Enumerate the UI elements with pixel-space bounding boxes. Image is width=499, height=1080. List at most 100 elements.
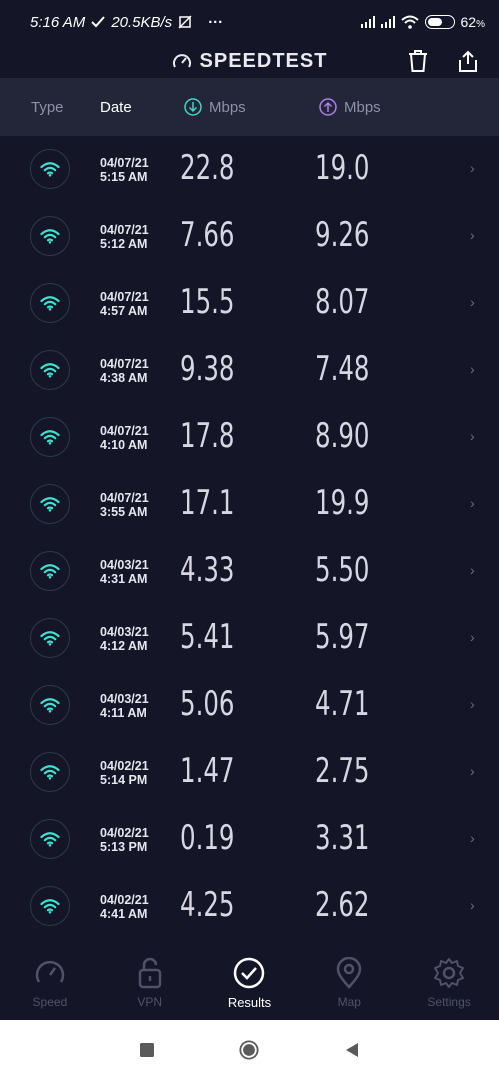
wifi-type-icon <box>30 484 70 524</box>
wifi-type-icon <box>30 618 70 658</box>
result-date-time: 4:12 AM <box>100 639 148 653</box>
square-icon <box>140 1043 154 1057</box>
chevron-right-icon: › <box>470 294 475 310</box>
result-row[interactable]: 04/07/21 4:10 AM 17.8 8.90 › <box>0 404 499 471</box>
check-circle-icon <box>233 957 265 989</box>
chevron-right-icon: › <box>470 562 475 578</box>
result-row[interactable]: 04/03/21 4:11 AM 5.06 4.71 › <box>0 672 499 739</box>
upload-value: 4.71 <box>315 684 370 724</box>
column-upload[interactable]: Mbps <box>319 98 381 116</box>
chevron-right-icon: › <box>470 361 475 377</box>
trash-icon <box>409 50 427 72</box>
result-date-day: 04/07/21 <box>100 156 149 170</box>
result-row[interactable]: 04/07/21 5:15 AM 22.8 19.0 › <box>0 136 499 203</box>
chevron-right-icon: › <box>470 428 475 444</box>
result-date: 04/03/21 4:31 AM <box>100 558 149 586</box>
result-row[interactable]: 04/02/21 5:14 PM 1.47 2.75 › <box>0 739 499 806</box>
check-icon <box>91 16 106 28</box>
column-upload-label: Mbps <box>344 98 381 116</box>
result-date-day: 04/07/21 <box>100 491 149 505</box>
speedtest-logo-icon <box>172 54 191 68</box>
upload-value: 5.50 <box>315 550 370 590</box>
wifi-type-icon <box>30 551 70 591</box>
result-row[interactable]: 04/03/21 4:12 AM 5.41 5.97 › <box>0 605 499 672</box>
lock-icon <box>137 957 163 989</box>
upload-value: 5.97 <box>315 617 370 657</box>
result-date-day: 04/02/21 <box>100 759 149 773</box>
back-triangle-icon <box>346 1043 358 1057</box>
download-value: 17.8 <box>180 416 235 456</box>
result-date-time: 4:10 AM <box>100 438 148 452</box>
result-date-day: 04/07/21 <box>100 290 149 304</box>
tab-label: Speed <box>32 995 68 1009</box>
download-value: 17.1 <box>180 483 235 523</box>
result-row[interactable]: 04/07/21 4:38 AM 9.38 7.48 › <box>0 337 499 404</box>
column-type[interactable]: Type <box>31 99 64 116</box>
column-download[interactable]: Mbps <box>184 98 246 116</box>
upload-value: 3.31 <box>315 818 370 858</box>
tab-results[interactable]: Results <box>200 944 300 1020</box>
result-date: 04/07/21 4:57 AM <box>100 290 149 318</box>
result-row[interactable]: 04/07/21 3:55 AM 17.1 19.9 › <box>0 471 499 538</box>
download-value: 7.66 <box>180 215 235 255</box>
battery-level: 62% <box>460 14 485 30</box>
home-button[interactable] <box>239 1040 259 1060</box>
download-value: 9.38 <box>180 349 235 389</box>
result-date-time: 3:55 AM <box>100 505 148 519</box>
share-button[interactable] <box>453 46 483 76</box>
results-column-header: Type Date Mbps Mbps <box>0 78 499 136</box>
chevron-right-icon: › <box>470 696 475 712</box>
column-date[interactable]: Date <box>100 99 132 116</box>
result-date-day: 04/07/21 <box>100 223 149 237</box>
wifi-type-icon <box>30 350 70 390</box>
chevron-right-icon: › <box>470 897 475 913</box>
wifi-type-icon <box>30 819 70 859</box>
recent-apps-button[interactable] <box>137 1040 157 1060</box>
upload-value: 19.0 <box>315 148 370 188</box>
result-date-time: 4:38 AM <box>100 371 148 385</box>
upload-arrow-icon <box>319 98 337 116</box>
battery-icon <box>424 15 455 29</box>
delete-button[interactable] <box>403 46 433 76</box>
result-date: 04/02/21 5:14 PM <box>100 759 149 787</box>
chevron-right-icon: › <box>470 160 475 176</box>
status-bar: 5:16 AM 20.5KB/s ··· 62% <box>0 0 499 44</box>
result-date-time: 4:57 AM <box>100 304 148 318</box>
upload-value: 9.26 <box>315 215 370 255</box>
tab-map[interactable]: Map <box>299 944 399 1020</box>
tab-settings[interactable]: Settings <box>399 944 499 1020</box>
result-date-day: 04/02/21 <box>100 893 149 907</box>
tab-speed[interactable]: Speed <box>0 944 100 1020</box>
result-row[interactable]: 04/02/21 4:41 AM 4.25 2.62 › <box>0 873 499 940</box>
result-row[interactable]: 04/07/21 4:57 AM 15.5 8.07 › <box>0 270 499 337</box>
result-date-day: 04/03/21 <box>100 692 149 706</box>
more-notifications-dots: ··· <box>208 13 224 31</box>
wifi-status-icon <box>400 15 419 29</box>
system-nav-bar <box>0 1020 499 1080</box>
app-title: SPEEDTEST <box>199 49 328 72</box>
result-row[interactable]: 04/03/21 4:31 AM 4.33 5.50 › <box>0 538 499 605</box>
result-date: 04/02/21 4:41 AM <box>100 893 149 921</box>
wifi-type-icon <box>30 886 70 926</box>
wifi-type-icon <box>30 149 70 189</box>
result-row[interactable]: 04/07/21 5:12 AM 7.66 9.26 › <box>0 203 499 270</box>
result-date-time: 5:15 AM <box>100 170 148 184</box>
chevron-right-icon: › <box>470 763 475 779</box>
results-list: 04/07/21 5:15 AM 22.8 19.0 › 04/07/21 5:… <box>0 136 499 944</box>
status-time: 5:16 AM <box>30 13 86 31</box>
result-row[interactable]: 04/02/21 5:13 PM 0.19 3.31 › <box>0 806 499 873</box>
chevron-right-icon: › <box>470 830 475 846</box>
wifi-type-icon <box>30 283 70 323</box>
signal-icon <box>380 16 395 28</box>
result-date: 04/03/21 4:11 AM <box>100 692 149 720</box>
tab-vpn[interactable]: VPN <box>100 944 200 1020</box>
download-value: 15.5 <box>180 282 235 322</box>
result-date: 04/03/21 4:12 AM <box>100 625 149 653</box>
download-value: 1.47 <box>180 751 235 791</box>
chevron-right-icon: › <box>470 629 475 645</box>
download-value: 22.8 <box>180 148 235 188</box>
download-value: 5.06 <box>180 684 235 724</box>
back-button[interactable] <box>342 1040 362 1060</box>
wifi-type-icon <box>30 216 70 256</box>
upload-value: 19.9 <box>315 483 370 523</box>
